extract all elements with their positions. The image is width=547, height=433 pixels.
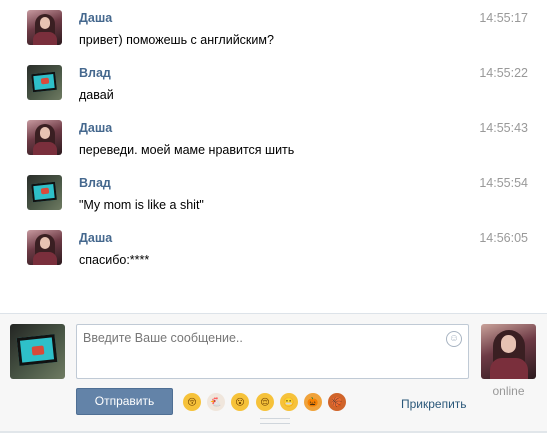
chicken-icon[interactable]: 🐔 bbox=[207, 393, 225, 411]
message-time: 14:55:17 bbox=[479, 11, 528, 25]
message-item: Влад "My mom is like a shit" 14:55:54 bbox=[0, 165, 547, 220]
face-kiss-icon[interactable]: 😚 bbox=[183, 393, 201, 411]
message-composer: Введите Ваше сообщение.. ☺ online Отправ… bbox=[0, 313, 547, 433]
message-text: "My mom is like a shit" bbox=[79, 198, 204, 212]
face-relieved-icon[interactable]: 😌 bbox=[256, 393, 274, 411]
message-item: Даша привет) поможешь с английским? 14:5… bbox=[0, 0, 547, 55]
basketball-icon[interactable]: 🏀 bbox=[328, 393, 346, 411]
avatar[interactable] bbox=[27, 120, 62, 155]
avatar[interactable] bbox=[27, 10, 62, 45]
message-input-placeholder: Введите Ваше сообщение.. bbox=[83, 331, 243, 345]
pumpkin-icon[interactable]: 🎃 bbox=[304, 393, 322, 411]
message-time: 14:56:05 bbox=[479, 231, 528, 245]
message-text: переведи. моей маме нравится шить bbox=[79, 143, 295, 157]
avatar[interactable] bbox=[27, 65, 62, 100]
smile-icon[interactable]: ☺ bbox=[446, 331, 462, 347]
peer-status: online bbox=[492, 384, 525, 398]
attach-link[interactable]: Прикрепить bbox=[401, 397, 467, 411]
message-item: Даша спасибо:**** 14:56:05 bbox=[0, 220, 547, 275]
message-text: спасибо:**** bbox=[79, 253, 150, 267]
message-author[interactable]: Даша bbox=[79, 11, 112, 25]
face-surprised-icon[interactable]: 😮 bbox=[231, 393, 249, 411]
message-author[interactable]: Влад bbox=[79, 176, 111, 190]
resize-grip[interactable] bbox=[260, 418, 290, 424]
message-author[interactable]: Влад bbox=[79, 66, 111, 80]
message-author[interactable]: Даша bbox=[79, 231, 112, 245]
peer-avatar[interactable] bbox=[481, 324, 536, 379]
message-time: 14:55:43 bbox=[479, 121, 528, 135]
avatar[interactable] bbox=[27, 175, 62, 210]
avatar[interactable] bbox=[27, 230, 62, 265]
message-time: 14:55:22 bbox=[479, 66, 528, 80]
message-text: давай bbox=[79, 88, 114, 102]
face-grimace-icon[interactable]: 😬 bbox=[280, 393, 298, 411]
my-avatar[interactable] bbox=[10, 324, 65, 379]
message-history: Даша привет) поможешь с английским? 14:5… bbox=[0, 0, 547, 312]
message-time: 14:55:54 bbox=[479, 176, 528, 190]
message-text: привет) поможешь с английским? bbox=[79, 33, 274, 47]
message-author[interactable]: Даша bbox=[79, 121, 112, 135]
send-button[interactable]: Отправить bbox=[76, 388, 173, 415]
message-item: Даша переведи. моей маме нравится шить 1… bbox=[0, 110, 547, 165]
message-input[interactable]: Введите Ваше сообщение.. ☺ bbox=[76, 324, 469, 379]
message-item: Влад давай 14:55:22 bbox=[0, 55, 547, 110]
